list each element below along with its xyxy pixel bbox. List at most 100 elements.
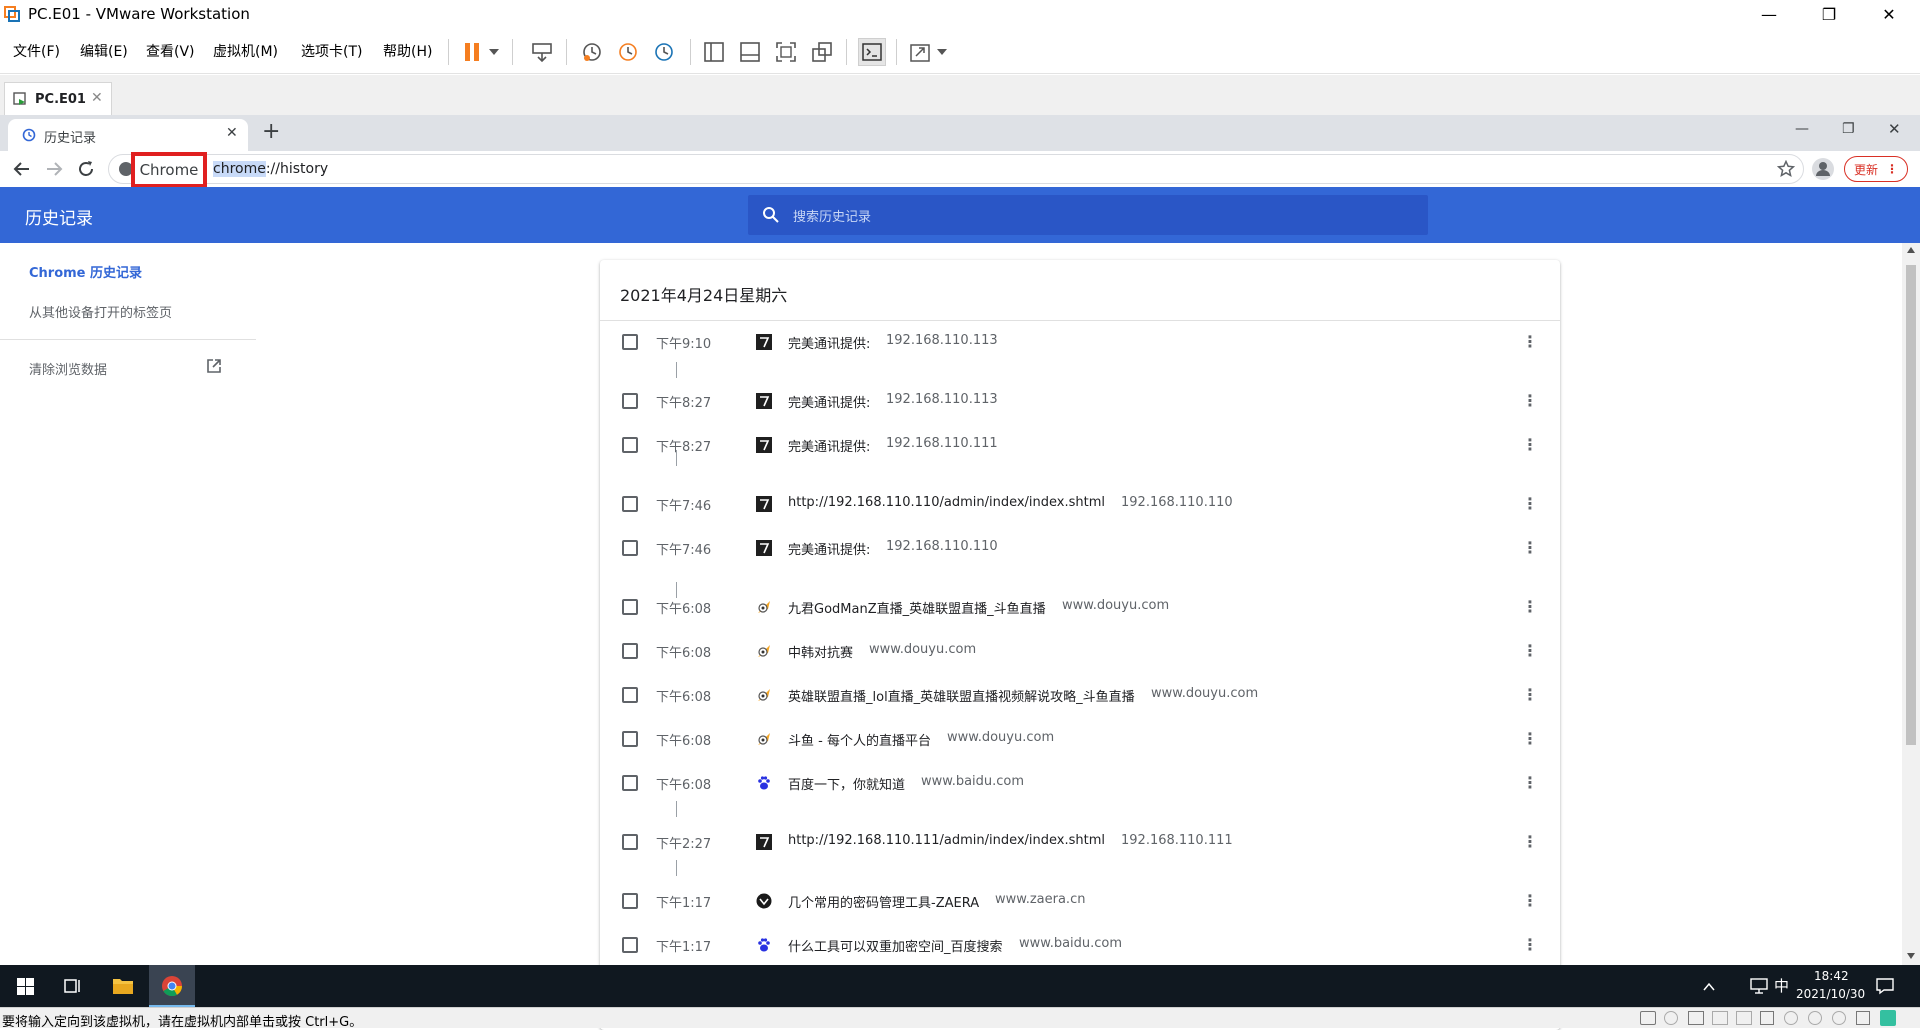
row-title-link[interactable]: 九君GodManZ直播_英雄联盟直播_斗鱼直播: [788, 598, 1046, 617]
network-adapter-icon[interactable]: [1688, 1011, 1704, 1025]
pause-icon[interactable]: [458, 38, 486, 66]
row-title-link[interactable]: 完美通讯提供:: [788, 436, 870, 455]
hard-disk-icon[interactable]: [1640, 1011, 1656, 1025]
vm-tab[interactable]: PC.E01 ✕: [4, 82, 112, 115]
history-row[interactable]: 下午6:08 中韩对抗赛 www.douyu.com ⋮: [600, 632, 1560, 668]
row-title-link[interactable]: 完美通讯提供:: [788, 392, 870, 411]
revert-snapshot-icon[interactable]: [614, 38, 642, 66]
row-checkbox[interactable]: [622, 834, 638, 850]
back-arrow-icon[interactable]: [12, 159, 32, 179]
sidebar-item-other-devices[interactable]: 从其他设备打开的标签页: [29, 302, 172, 321]
history-row[interactable]: 下午1:17 几个常用的密码管理工具-ZAERA www.zaera.cn ⋮: [600, 882, 1560, 918]
sidebar-item-chrome-history[interactable]: Chrome 历史记录: [29, 262, 142, 281]
row-checkbox[interactable]: [622, 731, 638, 747]
network-icon[interactable]: [1750, 978, 1768, 994]
row-title-link[interactable]: 英雄联盟直播_lol直播_英雄联盟直播视频解说攻略_斗鱼直播: [788, 686, 1135, 705]
forward-arrow-icon[interactable]: [44, 159, 64, 179]
chrome-restore-button[interactable]: ❐: [1842, 121, 1855, 137]
more-vert-icon[interactable]: ⋮: [1520, 434, 1540, 454]
more-vert-icon[interactable]: ⋮: [1520, 772, 1540, 792]
device-icon[interactable]: [1808, 1011, 1822, 1025]
row-title-link[interactable]: http://192.168.110.111/admin/index/index…: [788, 833, 1105, 848]
menu-view[interactable]: 查看(V): [146, 41, 195, 61]
notification-icon[interactable]: [1876, 977, 1894, 995]
chrome-minimize-button[interactable]: —: [1795, 121, 1809, 137]
row-title-link[interactable]: 几个常用的密码管理工具-ZAERA: [788, 892, 979, 911]
chevron-up-icon[interactable]: [1702, 979, 1716, 993]
scroll-down-arrow-icon[interactable]: [1907, 953, 1915, 959]
row-checkbox[interactable]: [622, 437, 638, 453]
open-in-new-icon[interactable]: [206, 358, 222, 374]
clock-time[interactable]: 18:42: [1814, 969, 1849, 983]
console-view-icon[interactable]: [858, 38, 886, 66]
menu-file[interactable]: 文件(F): [13, 41, 60, 61]
row-checkbox[interactable]: [622, 643, 638, 659]
history-row[interactable]: 下午6:08 百度一下，你就知道 www.baidu.com ⋮: [600, 764, 1560, 800]
device-icon[interactable]: [1832, 1011, 1846, 1025]
row-title-link[interactable]: 什么工具可以双重加密空间_百度搜索: [788, 936, 1003, 955]
more-vert-icon[interactable]: ⋮: [1520, 640, 1540, 660]
row-checkbox[interactable]: [622, 893, 638, 909]
restore-button[interactable]: ❐: [1800, 0, 1858, 29]
chevron-down-icon[interactable]: [486, 38, 502, 66]
history-row[interactable]: 下午7:46 完美通讯提供: 192.168.110.110 ⋮: [600, 529, 1560, 565]
stretch-guest-icon[interactable]: [906, 38, 934, 66]
more-vert-icon[interactable]: ⋮: [1520, 493, 1540, 513]
row-checkbox[interactable]: [622, 393, 638, 409]
address-bar[interactable]: Chrome chrome://history: [108, 152, 1804, 188]
more-vert-icon[interactable]: ⋮: [1520, 331, 1540, 351]
row-title-link[interactable]: 中韩对抗赛: [788, 642, 853, 661]
message-icon[interactable]: [1880, 1010, 1896, 1026]
printer-icon[interactable]: [1736, 1011, 1752, 1025]
cd-icon[interactable]: [1664, 1011, 1678, 1025]
snapshot-icon[interactable]: [578, 38, 606, 66]
profile-avatar-icon[interactable]: [1812, 158, 1834, 180]
row-title-link[interactable]: 百度一下，你就知道: [788, 774, 905, 793]
menu-vm[interactable]: 虚拟机(M): [213, 41, 278, 61]
ime-indicator[interactable]: 中: [1774, 975, 1789, 996]
chrome-taskbar-button[interactable]: [149, 965, 195, 1007]
scroll-thumb[interactable]: [1906, 265, 1916, 745]
history-row[interactable]: 下午9:10 完美通讯提供: 192.168.110.113 ⋮: [600, 323, 1560, 359]
send-ctrl-alt-del-icon[interactable]: [528, 38, 556, 66]
scrollbar[interactable]: [1902, 243, 1920, 965]
row-checkbox[interactable]: [622, 496, 638, 512]
clock-date[interactable]: 2021/10/30: [1796, 987, 1865, 1001]
history-row[interactable]: 下午1:17 什么工具可以双重加密空间_百度搜索 www.baidu.com ⋮: [600, 926, 1560, 962]
row-checkbox[interactable]: [622, 599, 638, 615]
row-checkbox[interactable]: [622, 334, 638, 350]
more-vert-icon[interactable]: ⋮: [1520, 934, 1540, 954]
new-tab-button[interactable]: +: [262, 119, 280, 144]
chevron-down-icon[interactable]: [934, 38, 950, 66]
sound-icon[interactable]: [1760, 1011, 1774, 1025]
row-title-link[interactable]: 完美通讯提供:: [788, 539, 870, 558]
thumbnail-bar-icon[interactable]: [736, 38, 764, 66]
row-title-link[interactable]: 斗鱼 - 每个人的直播平台: [788, 730, 931, 749]
history-row[interactable]: 下午2:27 http://192.168.110.111/admin/index…: [600, 823, 1560, 859]
bookmark-star-icon[interactable]: [1776, 159, 1796, 178]
history-row[interactable]: 下午6:08 斗鱼 - 每个人的直播平台 www.douyu.com ⋮: [600, 720, 1560, 756]
scroll-up-arrow-icon[interactable]: [1907, 247, 1915, 253]
row-checkbox[interactable]: [622, 775, 638, 791]
fullscreen-icon[interactable]: [772, 38, 800, 66]
history-row[interactable]: 下午6:08 英雄联盟直播_lol直播_英雄联盟直播视频解说攻略_斗鱼直播 www.…: [600, 676, 1560, 712]
windows-start-icon[interactable]: [17, 978, 34, 995]
device-icon[interactable]: [1784, 1011, 1798, 1025]
unity-icon[interactable]: [808, 38, 836, 66]
chrome-close-button[interactable]: ✕: [1888, 120, 1901, 138]
row-title-link[interactable]: 完美通讯提供:: [788, 333, 870, 352]
history-row[interactable]: 下午8:27 完美通讯提供: 192.168.110.111 ⋮: [600, 426, 1560, 462]
history-row[interactable]: 下午6:08 九君GodManZ直播_英雄联盟直播_斗鱼直播 www.douyu.c…: [600, 588, 1560, 624]
task-view-icon[interactable]: [64, 977, 82, 995]
more-vert-icon[interactable]: ⋮: [1520, 537, 1540, 557]
row-checkbox[interactable]: [622, 687, 638, 703]
close-icon[interactable]: ✕: [91, 90, 103, 106]
more-vert-icon[interactable]: ⋮: [1520, 596, 1540, 616]
history-search-input[interactable]: 搜索历史记录: [748, 195, 1428, 235]
reload-icon[interactable]: [76, 159, 96, 179]
menu-tabs[interactable]: 选项卡(T): [301, 41, 362, 61]
history-row[interactable]: 下午8:27 完美通讯提供: 192.168.110.113 ⋮: [600, 382, 1560, 418]
sidebar-toggle-icon[interactable]: [700, 38, 728, 66]
more-vert-icon[interactable]: ⋮: [1520, 890, 1540, 910]
update-button[interactable]: 更新 ⋮: [1844, 156, 1908, 182]
